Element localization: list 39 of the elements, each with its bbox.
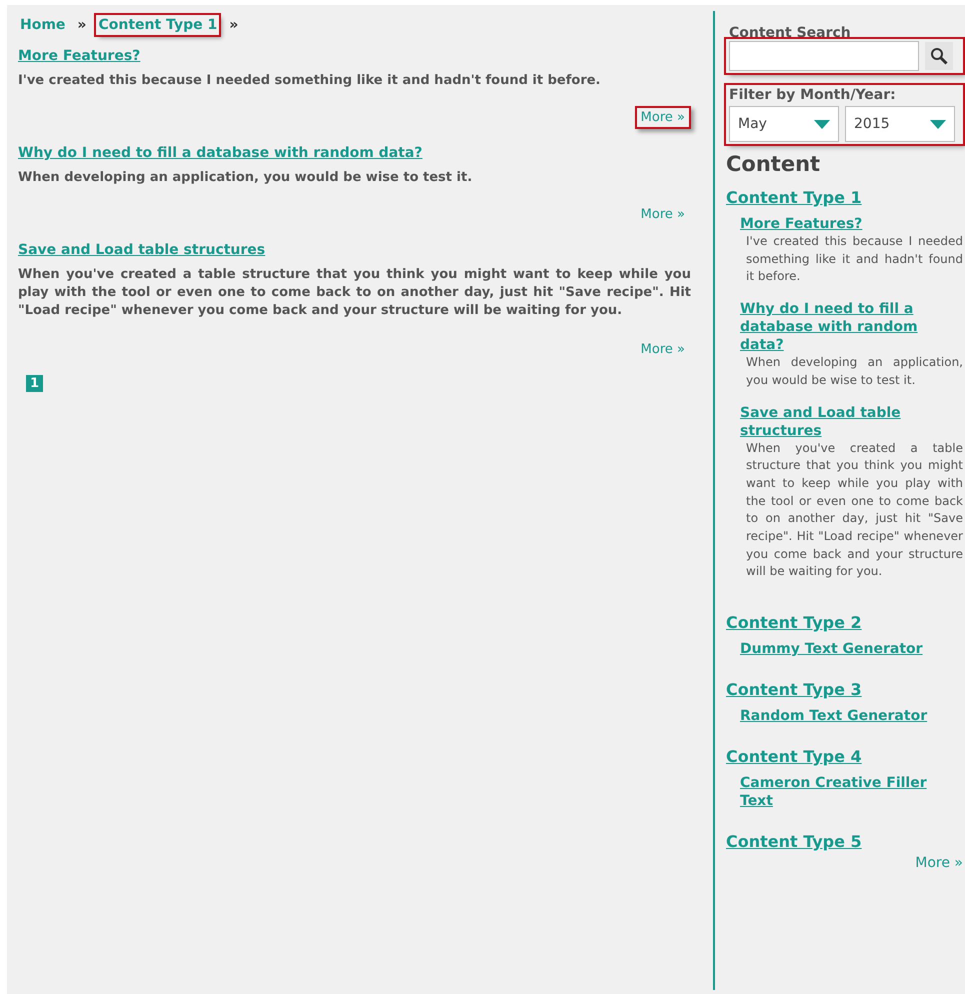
sidebar-article-summary: When developing an application, you would be wise to test it. (746, 354, 963, 389)
category-link[interactable]: Content Type 2 (726, 613, 862, 632)
category-link[interactable]: Content Type 5 (726, 832, 862, 852)
search-field[interactable] (729, 41, 919, 71)
more-link[interactable]: More » (634, 106, 691, 129)
more-link[interactable]: More » (634, 203, 691, 226)
page-button[interactable]: 1 (26, 375, 44, 392)
search-label: Content Search (729, 25, 852, 41)
more-link[interactable]: More » (915, 855, 963, 872)
sidebar-heading: Content (726, 152, 822, 176)
year-select[interactable]: 2015 (845, 106, 955, 142)
search-button[interactable] (925, 42, 953, 70)
more-link[interactable]: More » (634, 338, 691, 361)
breadcrumb-link[interactable]: Home (18, 15, 68, 35)
search-icon (930, 47, 948, 65)
sidebar-article-link[interactable]: Save and Load table structures (740, 404, 963, 440)
dropdown-caret-icon (814, 120, 830, 128)
article-summary: When you've created a table structure that you think you might want to keep while you play with the tool or even one to come back to on another day, just hit "Save recipe". Hit "Load recipe" whenever you come back and your structure will be waiting for you. (18, 266, 691, 320)
article-summary: I've created this because I needed something like it and hadn't found it before. (18, 72, 602, 90)
article-title-link[interactable]: More Features? (18, 48, 140, 64)
sidebar-article-link[interactable]: More Features? (740, 215, 963, 233)
sidebar-article-link[interactable]: Dummy Text Generator (740, 640, 963, 658)
sidebar-article-link[interactable]: Why do I need to fill a database with random data? (740, 300, 963, 354)
dropdown-caret-icon (930, 120, 946, 128)
category-link[interactable]: Content Type 1 (726, 188, 862, 207)
category-link[interactable]: Content Type 4 (726, 747, 862, 766)
sidebar-article-summary: When you've created a table structure that you think you might want to keep while you play with the tool or even one to come back to on another day, just hit "Save recipe". Hit "Load recipe" whenever you come back and your structure will be waiting for you. (746, 440, 963, 580)
article-summary: When developing an application, you would be wise to test it. (18, 169, 474, 187)
breadcrumb-link[interactable]: Content Type 1 (96, 15, 220, 35)
month-select[interactable]: May (729, 106, 839, 142)
sidebar-article-link[interactable]: Cameron Creative Filler Text (740, 774, 963, 810)
sidebar-article-summary: I've created this because I needed something like it and hadn't found it before. (746, 233, 963, 286)
category-link[interactable]: Content Type 3 (726, 680, 862, 700)
breadcrumb-separator: » (229, 17, 238, 33)
breadcrumb-separator: » (77, 17, 86, 33)
article-title-link[interactable]: Why do I need to fill a database with random data? (18, 145, 422, 161)
sidebar-article-link[interactable]: Random Text Generator (740, 707, 963, 726)
filter-label: Filter by Month/Year: (729, 87, 897, 103)
article-title-link[interactable]: Save and Load table structures (18, 242, 266, 258)
